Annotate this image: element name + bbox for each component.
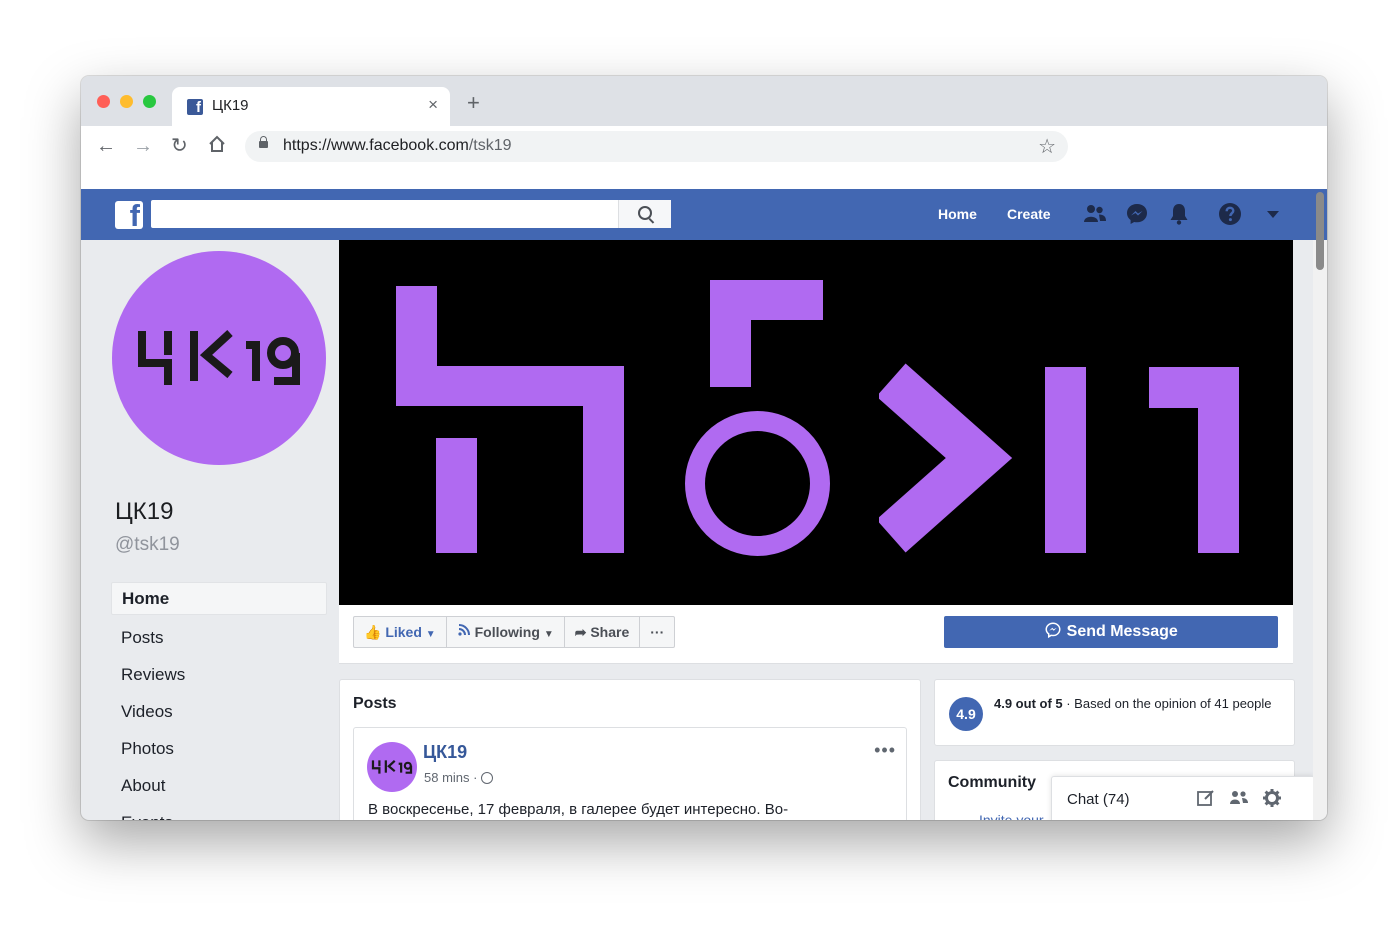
maximize-window-button[interactable] (143, 95, 156, 108)
facebook-header: f Home Create (81, 189, 1327, 240)
page-handle[interactable]: @tsk19 (115, 534, 180, 556)
posts-section: Posts ЦК19 58 mins · ••• В воскресенье, … (339, 679, 921, 820)
address-bar[interactable]: https://www.facebook.com/tsk19 ☆ (245, 131, 1068, 162)
rating-card: 4.9 4.9 out of 5 · Based on the opinion … (934, 679, 1295, 746)
facebook-logo-icon[interactable]: f (115, 201, 143, 229)
post-text: В воскресенье, 17 февраля, в галерее буд… (368, 801, 789, 818)
cover-photo[interactable] (339, 240, 1293, 605)
sidebar-item-videos[interactable]: Videos (111, 693, 327, 730)
close-window-button[interactable] (97, 95, 110, 108)
chat-bar[interactable]: Chat (74) (1051, 776, 1315, 820)
chevron-down-icon: ▼ (543, 629, 554, 640)
facebook-favicon-icon: f (187, 99, 203, 115)
minimize-window-button[interactable] (120, 95, 133, 108)
rating-detail: · Based on the opinion of 41 people (1062, 696, 1272, 711)
post-time-text: 58 mins · (424, 770, 478, 785)
nav-home-link[interactable]: Home (938, 206, 977, 222)
create-group-icon[interactable] (1228, 788, 1250, 813)
globe-icon (481, 772, 494, 784)
rating-score[interactable]: 4.9 out of 5 (994, 696, 1063, 711)
rss-icon (457, 624, 475, 640)
community-title: Community (948, 774, 1036, 791)
sidebar-item-reviews[interactable]: Reviews (111, 656, 327, 693)
sidebar-item-posts[interactable]: Posts (111, 619, 327, 656)
cover-shape (1198, 367, 1239, 553)
page-action-bar: 👍 Liked ▼ Following ▼ ➦ Share ··· Send M… (339, 605, 1293, 664)
page-sidebar: ЦК19 @tsk19 Home Posts Reviews Videos Ph… (81, 240, 339, 820)
chat-settings-gear-icon[interactable] (1262, 788, 1282, 813)
home-icon[interactable] (207, 134, 227, 160)
cover-shape (583, 366, 624, 553)
sidebar-item-about[interactable]: About (111, 767, 327, 804)
sidebar-item-photos[interactable]: Photos (111, 730, 327, 767)
new-tab-button[interactable]: + (467, 92, 480, 114)
liked-label: Liked (385, 624, 422, 640)
cover-shape (710, 280, 751, 387)
share-button[interactable]: ➦ Share (565, 617, 641, 647)
sidebar-item-home[interactable]: Home (111, 582, 327, 615)
browser-window: f ЦК19 × + ← → ↻ https://www.facebook.co… (81, 76, 1327, 820)
tab-close-icon[interactable]: × (428, 95, 438, 115)
nav-create-link[interactable]: Create (1007, 206, 1051, 222)
search-button[interactable] (618, 200, 671, 228)
post-options-button[interactable]: ••• (874, 740, 896, 761)
chevron-down-icon: ▼ (425, 629, 436, 640)
bookmark-star-icon[interactable]: ☆ (1038, 134, 1056, 159)
reload-icon[interactable]: ↻ (171, 134, 188, 158)
messenger-icon[interactable] (1125, 202, 1149, 231)
rating-badge: 4.9 (949, 697, 983, 731)
chat-label: Chat (74) (1067, 791, 1130, 808)
help-icon[interactable] (1218, 202, 1242, 231)
invite-friends-link[interactable]: Invite your (979, 812, 1044, 820)
lock-icon (259, 136, 268, 148)
thumbs-up-icon: 👍 (364, 624, 382, 640)
following-label: Following (474, 624, 540, 640)
notifications-icon[interactable] (1167, 202, 1191, 231)
browser-tab[interactable]: f ЦК19 × (172, 87, 450, 126)
share-label: Share (590, 624, 630, 640)
page-scrollbar[interactable] (1313, 192, 1327, 820)
following-button[interactable]: Following ▼ (447, 617, 565, 647)
page-profile-picture[interactable] (112, 251, 326, 465)
tsk19-logo (371, 760, 413, 774)
cover-shape (685, 411, 830, 556)
url-text: https://www.facebook.com/tsk19 (283, 137, 512, 154)
more-options-button[interactable]: ··· (640, 617, 674, 647)
messenger-icon (1044, 622, 1066, 640)
scrollbar-thumb[interactable] (1316, 192, 1324, 270)
page-actions: 👍 Liked ▼ Following ▼ ➦ Share ··· (353, 616, 676, 648)
page-name: ЦК19 (115, 498, 174, 525)
search-input[interactable] (151, 200, 671, 228)
menu-dropdown-icon[interactable] (1265, 207, 1281, 228)
post-author-avatar[interactable] (367, 742, 417, 792)
forward-arrow-icon[interactable]: → (133, 134, 153, 158)
back-arrow-icon[interactable]: ← (96, 134, 116, 158)
tab-bar: f ЦК19 × + (81, 76, 1327, 126)
cover-shape (436, 438, 477, 553)
rating-summary: 4.9 out of 5 · Based on the opinion of 4… (994, 694, 1284, 713)
tab-title: ЦК19 (212, 97, 249, 114)
sidebar-item-events[interactable]: Events (111, 804, 327, 820)
share-arrow-icon: ➦ (574, 624, 587, 640)
posts-title: Posts (353, 695, 397, 712)
send-message-button[interactable]: Send Message (944, 616, 1278, 648)
send-message-label: Send Message (1066, 623, 1178, 640)
new-message-icon[interactable] (1196, 788, 1216, 813)
liked-button[interactable]: 👍 Liked ▼ (354, 617, 447, 647)
cover-shape (1045, 367, 1086, 553)
search-icon (638, 206, 652, 220)
friends-icon[interactable] (1083, 202, 1107, 231)
cover-chevron-shape (879, 363, 1013, 553)
post-timestamp[interactable]: 58 mins · (424, 770, 494, 785)
browser-toolbar: ← → ↻ https://www.facebook.com/tsk19 ☆ (81, 126, 1327, 189)
tsk19-logo (138, 330, 300, 385)
sidebar-nav: Home Posts Reviews Videos Photos About E… (111, 582, 327, 820)
post-item: ЦК19 58 mins · ••• В воскресенье, 17 фев… (353, 727, 907, 820)
post-author-link[interactable]: ЦК19 (423, 742, 467, 763)
